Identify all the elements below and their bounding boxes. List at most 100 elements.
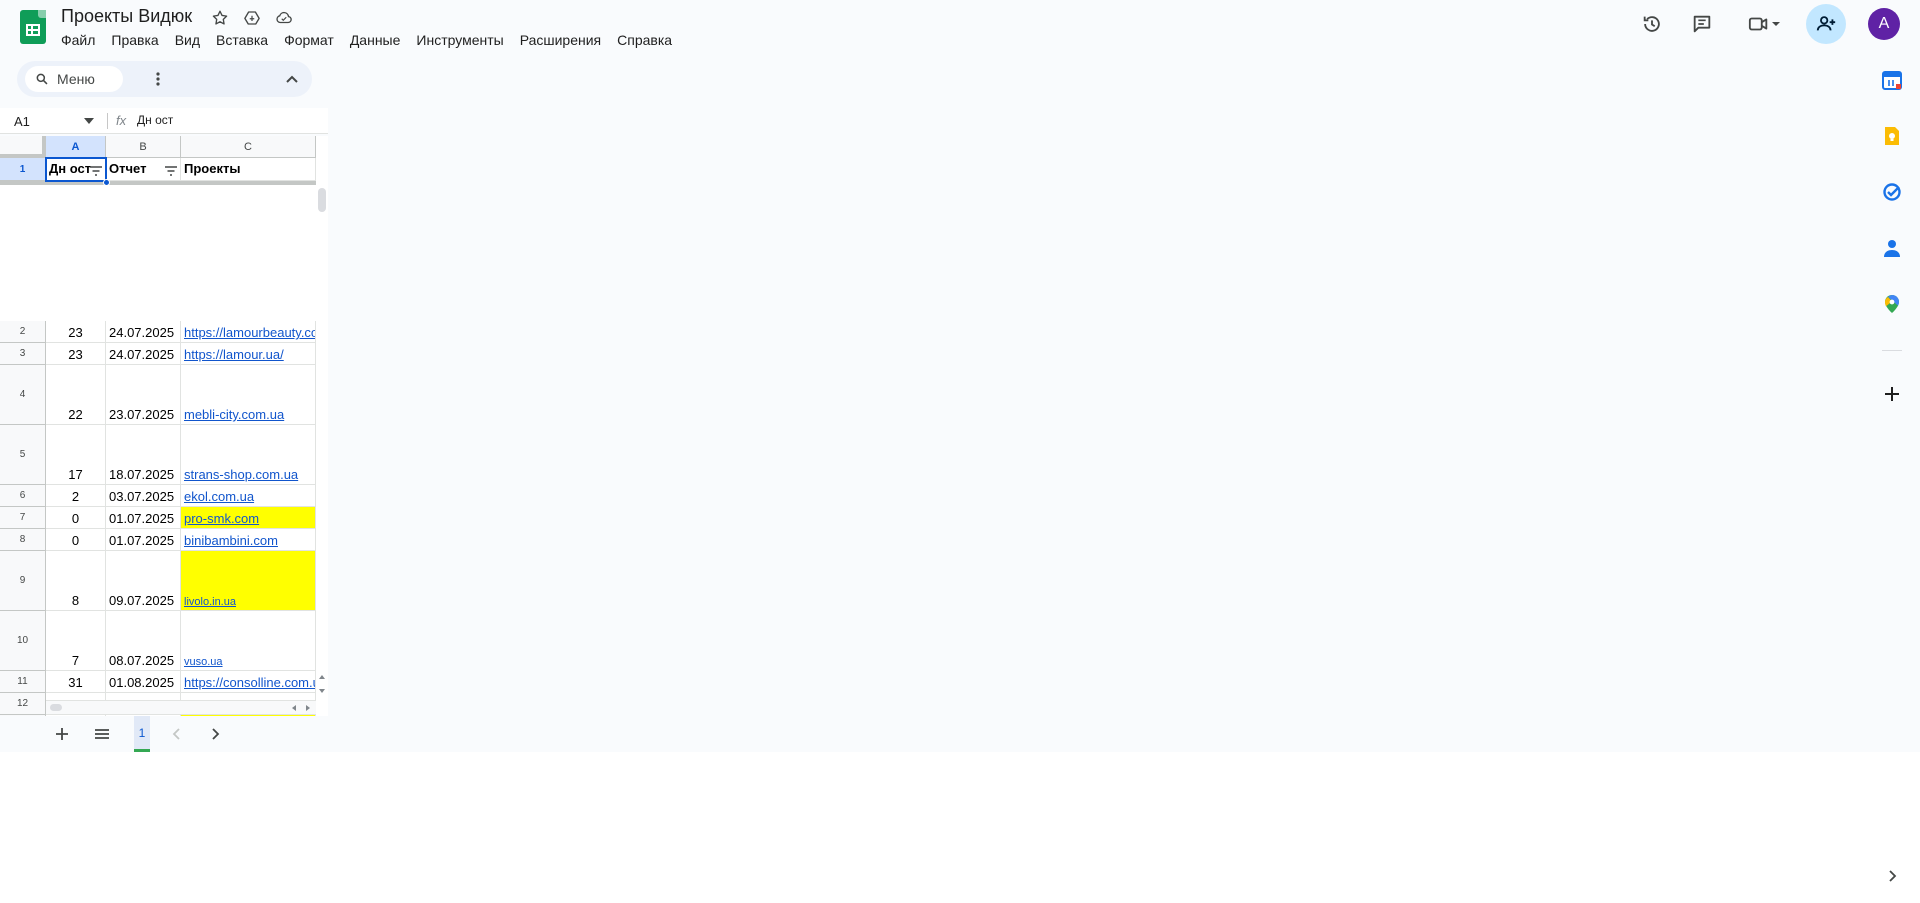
- cell-project-link[interactable]: https://consolline.com.ua/: [181, 671, 316, 693]
- menu-extensions[interactable]: Расширения: [512, 30, 609, 50]
- cell-report-date[interactable]: 08.07.2025: [106, 611, 181, 671]
- row-header[interactable]: 5: [0, 425, 46, 485]
- cell-days-left[interactable]: 0: [46, 529, 106, 551]
- row-header[interactable]: 1: [0, 158, 46, 181]
- horizontal-scroll-thumb[interactable]: [50, 704, 62, 711]
- menu-insert[interactable]: Вставка: [208, 30, 276, 50]
- scroll-up-icon[interactable]: [318, 673, 326, 681]
- filter-icon[interactable]: [89, 166, 103, 176]
- version-history-icon[interactable]: [1636, 8, 1668, 40]
- all-sheets-icon[interactable]: [92, 724, 112, 744]
- add-addon-icon[interactable]: [1878, 380, 1906, 408]
- menu-search-input[interactable]: Меню: [25, 66, 123, 92]
- cell-report-date[interactable]: 23.07.2025: [106, 365, 181, 425]
- menu-search-label: Меню: [57, 71, 95, 87]
- cell-days-left[interactable]: 23: [46, 343, 106, 365]
- row-header[interactable]: 9: [0, 551, 46, 611]
- avatar[interactable]: A: [1868, 8, 1900, 40]
- move-to-drive-icon[interactable]: [242, 8, 262, 28]
- cell-project-link[interactable]: ekol.com.ua: [181, 485, 316, 507]
- cell-project-link[interactable]: strans-shop.com.ua: [181, 425, 316, 485]
- cell-report-date[interactable]: 01.07.2025: [106, 507, 181, 529]
- cell-project-link[interactable]: https://lamour.ua/: [181, 343, 316, 365]
- comments-icon[interactable]: [1686, 8, 1718, 40]
- cell-days-left[interactable]: 31: [46, 671, 106, 693]
- scroll-tabs-right-icon[interactable]: [206, 724, 226, 744]
- vertical-scroll-thumb[interactable]: [318, 188, 326, 212]
- formula-input[interactable]: Дн ост: [137, 113, 173, 127]
- row-header[interactable]: 10: [0, 611, 46, 671]
- row-header[interactable]: 8: [0, 529, 46, 551]
- cell-days-left[interactable]: 23: [46, 321, 106, 343]
- menu-help[interactable]: Справка: [609, 30, 680, 50]
- menu-tools[interactable]: Инструменты: [408, 30, 511, 50]
- document-title[interactable]: Проекты Видюк: [61, 6, 192, 27]
- caret-down-icon[interactable]: [84, 118, 94, 124]
- side-panel-divider: [1882, 350, 1902, 351]
- contacts-icon[interactable]: [1878, 234, 1906, 262]
- share-button[interactable]: [1806, 4, 1846, 44]
- scroll-right-icon[interactable]: [304, 704, 312, 712]
- cloud-saved-icon[interactable]: [274, 8, 294, 28]
- row-header[interactable]: 7: [0, 507, 46, 529]
- frozen-row-divider[interactable]: [0, 181, 316, 185]
- cell-project-link[interactable]: mebli-city.com.ua: [181, 365, 316, 425]
- sheets-logo-icon[interactable]: [20, 10, 46, 44]
- add-person-icon: [1816, 16, 1836, 31]
- scroll-down-icon[interactable]: [318, 687, 326, 695]
- cell-report-date[interactable]: 24.07.2025: [106, 321, 181, 343]
- calendar-icon[interactable]: [1878, 66, 1906, 94]
- column-header-b[interactable]: B: [106, 136, 181, 158]
- meet-button[interactable]: [1740, 8, 1788, 40]
- cell-report-date[interactable]: 01.08.2025: [106, 671, 181, 693]
- horizontal-scrollbar[interactable]: [46, 700, 316, 714]
- add-sheet-icon[interactable]: [52, 724, 72, 744]
- row-header[interactable]: 6: [0, 485, 46, 507]
- cell-days-left[interactable]: 0: [46, 507, 106, 529]
- toolbar: Меню: [17, 61, 312, 97]
- fill-handle[interactable]: [103, 179, 110, 186]
- sheet-tab[interactable]: 1: [134, 716, 150, 752]
- row-header[interactable]: 4: [0, 365, 46, 425]
- row-header[interactable]: 12: [0, 693, 46, 715]
- column-header-a[interactable]: A: [46, 136, 106, 158]
- menu-data[interactable]: Данные: [342, 30, 409, 50]
- select-all-corner[interactable]: [0, 136, 46, 158]
- scroll-left-icon[interactable]: [290, 704, 298, 712]
- menu-format[interactable]: Формат: [276, 30, 342, 50]
- cell-days-left[interactable]: 22: [46, 365, 106, 425]
- scroll-tabs-left-icon[interactable]: [166, 724, 186, 744]
- cell-report-date[interactable]: 18.07.2025: [106, 425, 181, 485]
- maps-icon[interactable]: [1878, 290, 1906, 318]
- more-options-icon[interactable]: [149, 70, 167, 88]
- row-header[interactable]: 3: [0, 343, 46, 365]
- cell-project-link[interactable]: binibambini.com: [181, 529, 316, 551]
- row-header[interactable]: 11: [0, 671, 46, 693]
- cell-days-left[interactable]: 7: [46, 611, 106, 671]
- cell-report-date[interactable]: 24.07.2025: [106, 343, 181, 365]
- collapse-menu-icon[interactable]: [283, 70, 301, 88]
- show-side-panel-icon[interactable]: [1883, 866, 1903, 886]
- star-icon[interactable]: [210, 8, 230, 28]
- header-cell-projects[interactable]: Проекты: [181, 158, 316, 181]
- spreadsheet-grid[interactable]: A B C 1 Дн ост Отчет Проекты 2 23 24.07.20…: [0, 136, 328, 716]
- cell-report-date[interactable]: 03.07.2025: [106, 485, 181, 507]
- cell-days-left[interactable]: 8: [46, 551, 106, 611]
- row-header[interactable]: 2: [0, 321, 46, 343]
- cell-report-date[interactable]: 01.07.2025: [106, 529, 181, 551]
- menu-file[interactable]: Файл: [53, 30, 103, 50]
- filter-icon[interactable]: [164, 166, 178, 176]
- keep-icon[interactable]: [1878, 122, 1906, 150]
- cell-project-link[interactable]: vuso.ua: [181, 611, 316, 671]
- menu-view[interactable]: Вид: [167, 30, 208, 50]
- cell-project-link[interactable]: https://lamourbeauty.com.ua/: [181, 321, 316, 343]
- column-header-c[interactable]: C: [181, 136, 316, 158]
- cell-days-left[interactable]: 2: [46, 485, 106, 507]
- cell-project-link[interactable]: livolo.in.ua: [181, 551, 316, 611]
- cell-days-left[interactable]: 17: [46, 425, 106, 485]
- cell-report-date[interactable]: 09.07.2025: [106, 551, 181, 611]
- vertical-scrollbar[interactable]: [316, 184, 328, 716]
- menu-edit[interactable]: Правка: [103, 30, 166, 50]
- tasks-icon[interactable]: [1878, 178, 1906, 206]
- cell-project-link[interactable]: pro-smk.com: [181, 507, 316, 529]
